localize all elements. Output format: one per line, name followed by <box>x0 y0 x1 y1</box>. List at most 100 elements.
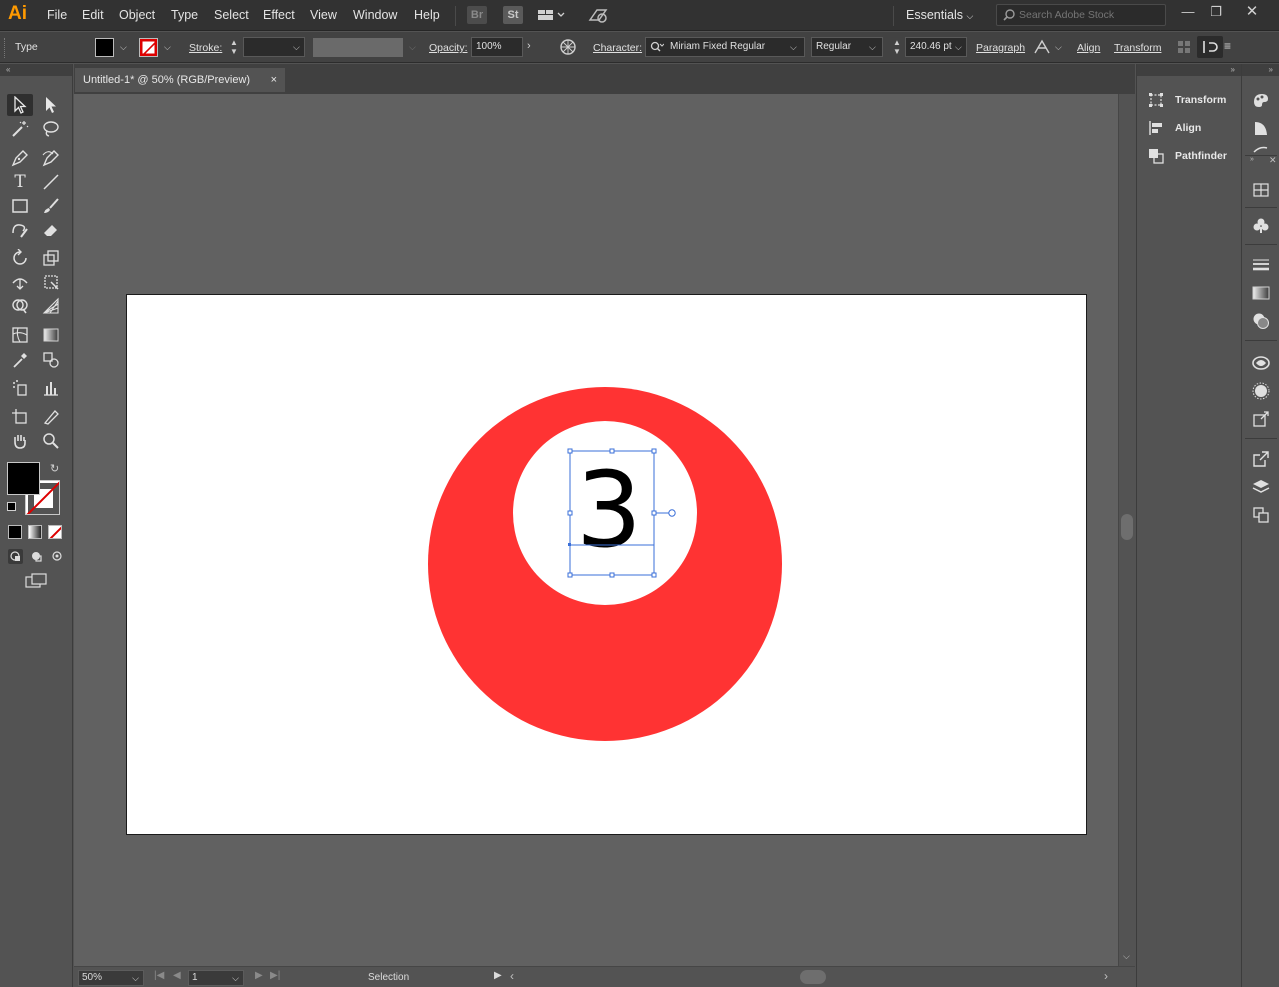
panel-transform[interactable]: Transform <box>1147 89 1226 111</box>
fill-swatch[interactable] <box>95 38 114 57</box>
first-artboard-icon[interactable]: |◀ <box>154 970 164 981</box>
search-stock-box[interactable] <box>996 4 1166 26</box>
icon-dock-collapse[interactable]: » <box>1242 64 1279 76</box>
align-link[interactable]: Align <box>1077 42 1100 54</box>
artboard[interactable]: 3 <box>126 294 1087 835</box>
artboards-icon[interactable] <box>1249 179 1273 201</box>
bridge-button[interactable]: Br <box>467 6 487 24</box>
eraser-tool-icon[interactable] <box>38 219 64 241</box>
panel-dock-collapse[interactable]: » <box>1137 64 1241 76</box>
color-guide-icon[interactable] <box>1249 89 1273 111</box>
gradient-mode-button[interactable] <box>28 525 42 539</box>
stroke-label[interactable]: Stroke: <box>189 42 222 54</box>
stroke-swatch[interactable] <box>139 38 158 57</box>
last-artboard-icon[interactable]: ▶| <box>270 970 280 981</box>
menu-type[interactable]: Type <box>171 8 198 22</box>
color-mode-button[interactable] <box>8 525 22 539</box>
screen-mode-icon[interactable] <box>25 573 47 589</box>
blend-tool-icon[interactable] <box>38 349 64 371</box>
chevron-down-icon[interactable]: ⌵ <box>232 971 239 985</box>
variable-width-profile[interactable] <box>313 38 403 57</box>
paintbrush-tool-icon[interactable] <box>38 195 64 217</box>
menu-edit[interactable]: Edit <box>82 8 104 22</box>
gradient-panel-icon[interactable] <box>1249 282 1273 304</box>
previous-artboard-icon[interactable]: ◀ <box>173 970 181 981</box>
chevron-down-icon[interactable]: ⌵ <box>132 971 139 985</box>
shape-builder-tool-icon[interactable] <box>7 295 33 317</box>
font-family-field[interactable]: Miriam Fixed Regular <box>645 37 805 57</box>
type-tool-icon[interactable]: T <box>7 171 33 193</box>
chevron-down-icon[interactable]: ⌵ <box>293 42 300 53</box>
restore-button[interactable]: ❐ <box>1202 2 1230 24</box>
brushes-icon[interactable] <box>1249 142 1273 154</box>
asset-export-icon[interactable] <box>1249 408 1273 430</box>
draw-normal-icon[interactable] <box>8 549 23 564</box>
paragraph-label[interactable]: Paragraph <box>976 42 1025 54</box>
artboard-number-field[interactable]: 1 ⌵ <box>188 970 244 986</box>
menu-view[interactable]: View <box>310 8 337 22</box>
swatches-icon[interactable] <box>1249 117 1273 139</box>
scroll-right-arrow-icon[interactable]: › <box>1104 969 1108 983</box>
chevron-right-icon[interactable]: › <box>527 40 531 52</box>
chevron-down-icon[interactable]: ⌵ <box>409 42 416 53</box>
stroke-panel-icon[interactable] <box>1249 254 1273 276</box>
workspace-switcher[interactable]: Essentials ⌵ <box>906 8 973 22</box>
character-label[interactable]: Character: <box>593 42 642 54</box>
font-size-stepper[interactable]: ▲ ▼ <box>893 38 901 56</box>
shaper-tool-icon[interactable] <box>7 219 33 241</box>
opacity-label[interactable]: Opacity: <box>429 42 468 54</box>
rectangle-tool-icon[interactable] <box>7 195 33 217</box>
lasso-tool-icon[interactable] <box>38 118 64 140</box>
zoom-tool-icon[interactable] <box>38 430 64 452</box>
menu-effect[interactable]: Effect <box>263 8 295 22</box>
panel-menu-icon[interactable]: ≡ <box>1224 39 1231 53</box>
slice-tool-icon[interactable] <box>38 406 64 428</box>
scale-tool-icon[interactable] <box>38 247 64 269</box>
minimize-button[interactable]: — <box>1174 2 1202 24</box>
draw-inside-icon[interactable] <box>50 549 65 564</box>
opacity-field[interactable]: 100% <box>471 37 523 57</box>
line-segment-tool-icon[interactable] <box>38 171 64 193</box>
vertical-scroll-thumb[interactable] <box>1121 514 1133 540</box>
free-transform-tool-icon[interactable] <box>38 271 64 293</box>
search-input[interactable] <box>1019 7 1159 23</box>
chevron-down-icon[interactable]: ⌵ <box>955 42 962 53</box>
gpu-performance-icon[interactable] <box>585 4 611 26</box>
scroll-down-arrow-icon[interactable]: ⌵ <box>1123 951 1130 962</box>
libraries-icon[interactable] <box>1249 352 1273 374</box>
next-artboard-icon[interactable]: ▶ <box>255 970 263 981</box>
magic-wand-tool-icon[interactable] <box>7 118 33 140</box>
menu-window[interactable]: Window <box>353 8 397 22</box>
direct-selection-tool-icon[interactable] <box>38 94 64 116</box>
status-menu-arrow-icon[interactable]: ▶ <box>494 970 502 981</box>
stock-button[interactable]: St <box>503 6 523 24</box>
eyedropper-tool-icon[interactable] <box>7 349 33 371</box>
artboard-tool-icon[interactable] <box>7 406 33 428</box>
control-bar-grip[interactable] <box>4 38 8 58</box>
chevron-down-icon[interactable]: ⌵ <box>164 42 171 53</box>
selection-tool-icon[interactable] <box>7 94 33 116</box>
symbol-sprayer-tool-icon[interactable] <box>7 377 33 399</box>
layers-icon[interactable] <box>1249 476 1273 498</box>
symbols-icon[interactable] <box>1249 215 1273 237</box>
swap-fill-stroke-icon[interactable]: ↻ <box>50 462 59 475</box>
menu-select[interactable]: Select <box>214 8 249 22</box>
gradient-tool-icon[interactable] <box>38 324 64 346</box>
transparency-icon[interactable] <box>1249 310 1273 332</box>
chevron-down-icon[interactable]: ⌵ <box>1055 42 1062 53</box>
glyph-options-icon[interactable] <box>1029 36 1055 58</box>
fill-color-box[interactable] <box>7 462 40 495</box>
export-icon[interactable] <box>1249 448 1273 470</box>
document-tab[interactable]: Untitled-1* @ 50% (RGB/Preview) × <box>75 68 285 92</box>
none-mode-button[interactable] <box>48 525 62 539</box>
menu-file[interactable]: File <box>47 8 67 22</box>
chevron-down-icon[interactable]: ⌵ <box>120 42 127 53</box>
tools-panel-collapse[interactable]: « <box>0 64 72 76</box>
curvature-tool-icon[interactable] <box>38 147 64 169</box>
pen-tool-icon[interactable] <box>7 147 33 169</box>
ball-number-text[interactable]: 3 <box>576 449 642 571</box>
appearance-icon[interactable] <box>1249 380 1273 402</box>
arrange-documents-icon[interactable] <box>533 4 567 26</box>
transform-link[interactable]: Transform <box>1114 42 1161 54</box>
mesh-tool-icon[interactable] <box>7 324 33 346</box>
